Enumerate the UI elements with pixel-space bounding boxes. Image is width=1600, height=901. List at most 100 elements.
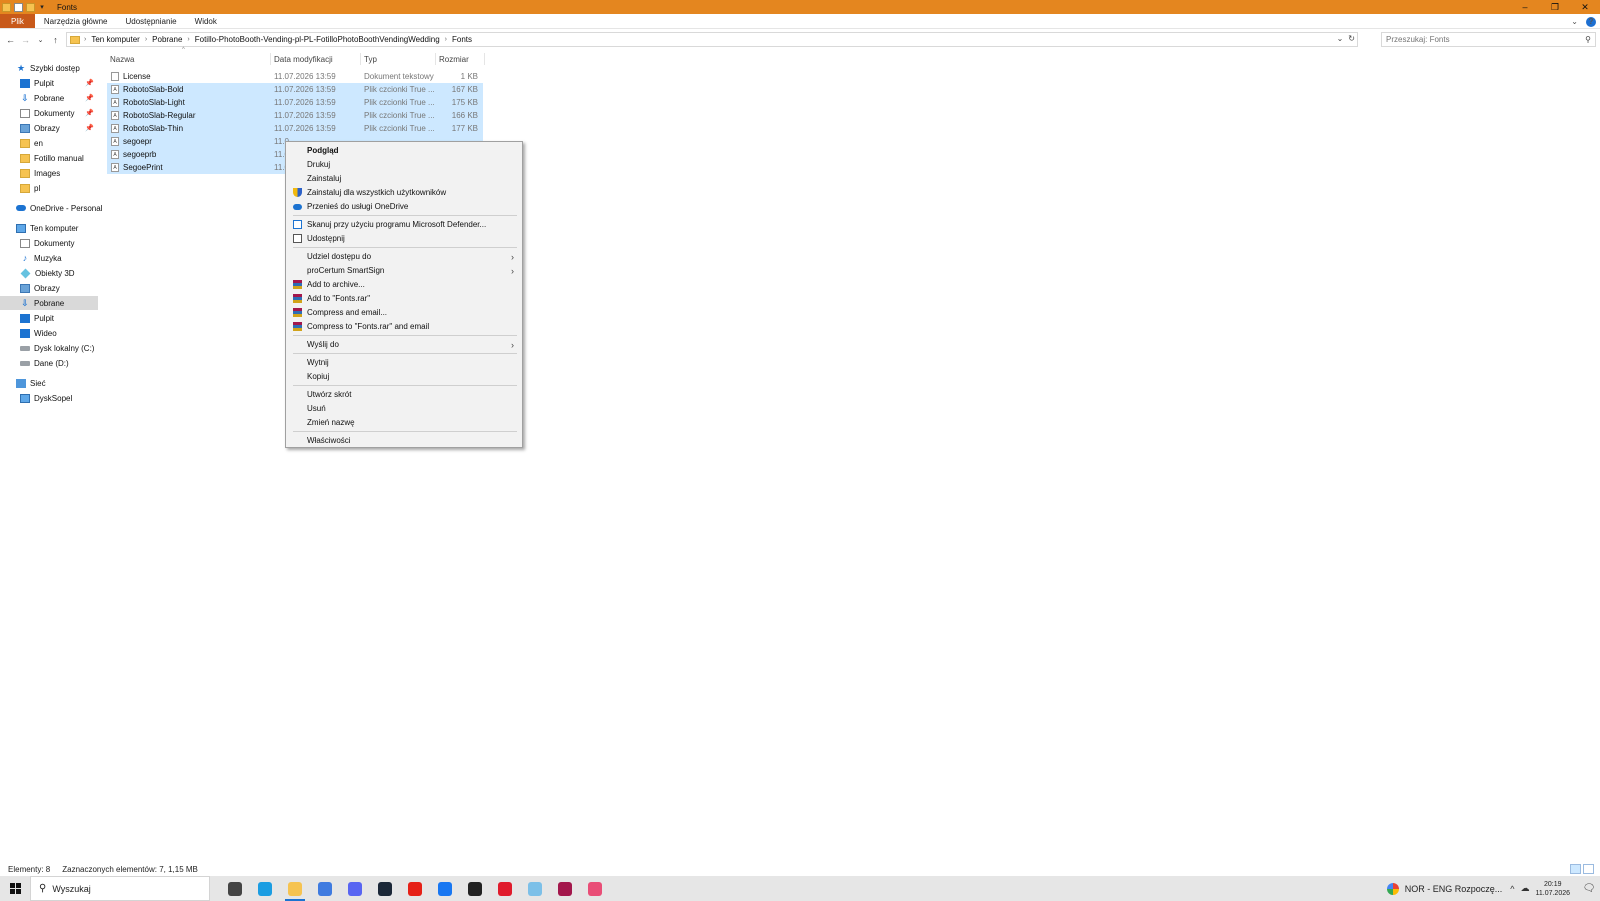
- chevron-right-icon[interactable]: ›: [187, 36, 189, 43]
- nav-item-this-pc[interactable]: Ten komputer: [16, 221, 98, 235]
- address-bar[interactable]: › Ten komputer › Pobrane › Fotillo-Photo…: [66, 32, 1358, 47]
- breadcrumb-item[interactable]: Fonts: [452, 35, 472, 44]
- properties-icon[interactable]: [14, 2, 23, 12]
- column-divider[interactable]: [360, 53, 361, 65]
- nav-item-pictures[interactable]: Obrazy 📌: [20, 121, 98, 135]
- menu-item-compress-fonts-rar-email[interactable]: Compress to "Fonts.rar" and email: [288, 320, 520, 333]
- menu-item-preview[interactable]: Podgląd: [288, 144, 520, 157]
- nav-item-3d-objects[interactable]: Obiekty 3D: [20, 266, 98, 280]
- back-arrow-icon[interactable]: ←: [3, 32, 18, 47]
- nav-item-pc-documents[interactable]: Dokumenty: [20, 236, 98, 250]
- steam-icon[interactable]: [370, 876, 400, 901]
- chevron-right-icon[interactable]: ›: [145, 36, 147, 43]
- customize-toolbar-icon[interactable]: ▾: [38, 3, 46, 12]
- chevron-down-icon[interactable]: ⌄: [1337, 34, 1344, 43]
- paint-icon[interactable]: [520, 876, 550, 901]
- snipping-icon[interactable]: [580, 876, 610, 901]
- menu-item-add-to-archive[interactable]: Add to archive...: [288, 278, 520, 291]
- column-header-size[interactable]: Rozmiar: [439, 53, 483, 65]
- menu-item-add-to-fonts-rar[interactable]: Add to "Fonts.rar": [288, 292, 520, 305]
- nav-item-documents[interactable]: Dokumenty 📌: [20, 106, 98, 120]
- search-icon[interactable]: ⚲: [1585, 35, 1591, 44]
- nav-item-network[interactable]: Sieć: [16, 376, 98, 390]
- menu-item-send-to[interactable]: Wyślij do ›: [288, 338, 520, 351]
- menu-item-print[interactable]: Drukuj: [288, 158, 520, 171]
- menu-item-delete[interactable]: Usuń: [288, 402, 520, 415]
- breadcrumb-item[interactable]: Pobrane: [152, 35, 182, 44]
- nav-item-onedrive[interactable]: OneDrive - Personal: [16, 201, 102, 215]
- file-row[interactable]: A RobotoSlab-Regular 11.07.2026 13:59 Pli…: [107, 109, 483, 122]
- file-row[interactable]: A RobotoSlab-Light 11.07.2026 13:59 Plik …: [107, 96, 483, 109]
- menu-item-give-access[interactable]: Udziel dostępu do ›: [288, 250, 520, 263]
- nav-item-downloads[interactable]: ⇩ Pobrane 📌: [20, 91, 98, 105]
- onedrive-icon[interactable]: ☁: [1520, 883, 1529, 894]
- nav-item-drive-d[interactable]: Dane (D:): [20, 356, 98, 370]
- nav-item-pc-downloads[interactable]: ⇩ Pobrane: [0, 296, 98, 310]
- nav-item-fotillo-manual[interactable]: Fotillo manual: [20, 151, 98, 165]
- amazon-icon[interactable]: [460, 876, 490, 901]
- chevron-right-icon[interactable]: ›: [84, 36, 86, 43]
- file-row[interactable]: A RobotoSlab-Thin 11.07.2026 13:59 Plik c…: [107, 122, 483, 135]
- nav-item-music[interactable]: ♪ Muzyka: [20, 251, 98, 265]
- breadcrumb-item[interactable]: Fotillo-PhotoBooth-Vending-pl-PL-Fotillo…: [195, 35, 440, 44]
- discord-icon[interactable]: [340, 876, 370, 901]
- up-arrow-icon[interactable]: ↑: [48, 32, 63, 47]
- tab-view[interactable]: Widok: [186, 14, 226, 28]
- menu-item-install[interactable]: Zainstaluj: [288, 172, 520, 185]
- breadcrumb-item[interactable]: Ten komputer: [91, 35, 139, 44]
- edge-icon[interactable]: [250, 876, 280, 901]
- menu-item-compress-email[interactable]: Compress and email...: [288, 306, 520, 319]
- tab-share[interactable]: Udostępnianie: [116, 14, 185, 28]
- nav-item-pc-desktop[interactable]: Pulpit: [20, 311, 98, 325]
- start-button[interactable]: [0, 876, 30, 901]
- task-view-icon[interactable]: [220, 876, 250, 901]
- menu-item-create-shortcut[interactable]: Utwórz skrót: [288, 388, 520, 401]
- notification-icon[interactable]: 🗨: [1578, 876, 1600, 901]
- menu-item-rename[interactable]: Zmień nazwę: [288, 416, 520, 429]
- nav-item-quick-access[interactable]: ★ Szybki dostęp: [16, 61, 98, 75]
- facebook-icon[interactable]: [430, 876, 460, 901]
- nav-item-drive-c[interactable]: Dysk lokalny (C:): [20, 341, 98, 355]
- menu-item-copy[interactable]: Kopiuj: [288, 370, 520, 383]
- nav-item-desktop[interactable]: Pulpit 📌: [20, 76, 98, 90]
- help-icon[interactable]: ?: [1586, 16, 1596, 27]
- chevron-right-icon[interactable]: ›: [445, 36, 447, 43]
- youtube-icon[interactable]: [400, 876, 430, 901]
- column-header-name[interactable]: Nazwa: [110, 53, 260, 65]
- menu-item-procertum[interactable]: proCertum SmartSign ›: [288, 264, 520, 277]
- chevron-up-icon[interactable]: ^: [1510, 884, 1514, 894]
- menu-item-scan-defender[interactable]: Skanuj przy użyciu programu Microsoft De…: [288, 218, 520, 231]
- column-divider[interactable]: [435, 53, 436, 65]
- nav-item-dysksopel[interactable]: DyskSopel: [20, 391, 98, 405]
- large-icons-view-icon[interactable]: [1583, 864, 1594, 874]
- opera-icon[interactable]: [490, 876, 520, 901]
- file-row[interactable]: A RobotoSlab-Bold 11.07.2026 13:59 Plik c…: [107, 83, 483, 96]
- expand-ribbon-icon[interactable]: ⌄: [1571, 17, 1578, 26]
- nav-item-images[interactable]: Images: [20, 166, 98, 180]
- taskbar-search[interactable]: ⚲ Wyszukaj: [30, 876, 210, 901]
- menu-item-install-all-users[interactable]: Zainstaluj dla wszystkich użytkowników: [288, 186, 520, 199]
- forward-arrow-icon[interactable]: →: [18, 32, 33, 47]
- close-button[interactable]: ✕: [1570, 0, 1600, 14]
- winrar-icon[interactable]: [550, 876, 580, 901]
- menu-item-share[interactable]: Udostępnij: [288, 232, 520, 245]
- language-indicator[interactable]: NOR - ENG Rozpoczę...: [1386, 882, 1502, 895]
- menu-item-properties[interactable]: Właściwości: [288, 434, 520, 447]
- menu-item-move-to-onedrive[interactable]: Przenieś do usługi OneDrive: [288, 200, 520, 213]
- search-box[interactable]: ⚲: [1381, 32, 1596, 47]
- maximize-button[interactable]: ❐: [1540, 0, 1570, 14]
- minimize-button[interactable]: –: [1510, 0, 1540, 14]
- nav-item-en[interactable]: en: [20, 136, 98, 150]
- tab-file[interactable]: Plik: [0, 14, 35, 28]
- menu-item-cut[interactable]: Wytnij: [288, 356, 520, 369]
- file-row[interactable]: License 11.07.2026 13:59 Dokument teksto…: [107, 70, 483, 83]
- tab-home[interactable]: Narzędzia główne: [35, 14, 117, 28]
- column-header-type[interactable]: Typ: [364, 53, 434, 65]
- new-folder-icon[interactable]: [26, 2, 35, 12]
- details-view-icon[interactable]: [1570, 864, 1581, 874]
- refresh-icon[interactable]: ↻: [1348, 34, 1355, 43]
- recent-locations-icon[interactable]: ⌄: [33, 32, 48, 47]
- chrome-icon[interactable]: [310, 876, 340, 901]
- column-divider[interactable]: [484, 53, 485, 65]
- column-header-date[interactable]: Data modyfikacji: [274, 53, 359, 65]
